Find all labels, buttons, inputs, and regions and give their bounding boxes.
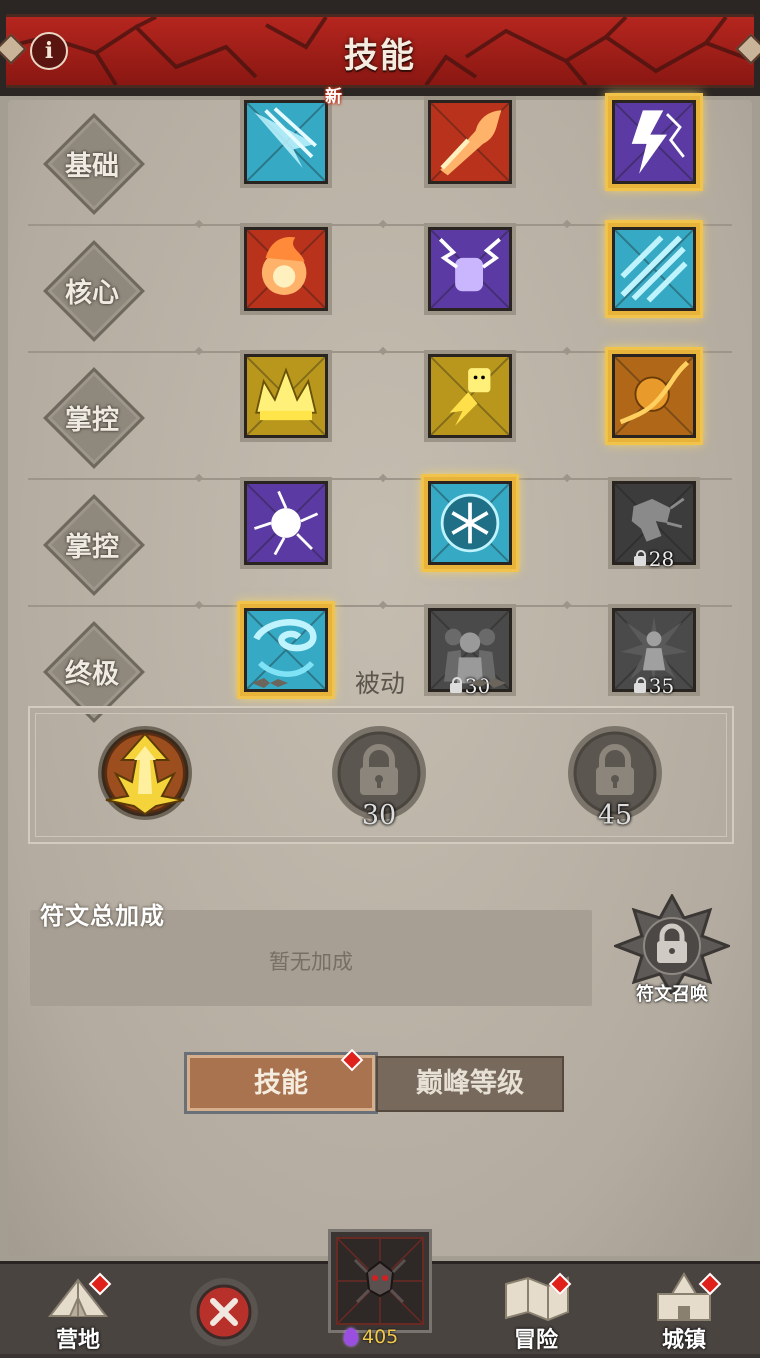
rune-summon-label: 符文召唤: [636, 984, 708, 1005]
passive-slot-1[interactable]: [96, 724, 194, 822]
tab-peak-level[interactable]: 巅峰等级: [376, 1056, 564, 1112]
tier-label: 掌控: [65, 405, 119, 436]
rune-bonus-title: 符文总加成: [40, 902, 165, 930]
tier-badge: 核心: [43, 240, 145, 342]
ice-arrow-icon: [247, 103, 325, 181]
skill-slot[interactable]: [424, 350, 516, 442]
nav-town[interactable]: 城镇: [624, 1264, 744, 1354]
new-badge: 新: [325, 87, 342, 107]
nav-boss-button[interactable]: [328, 1229, 432, 1333]
skill-lock-level: 28: [608, 547, 700, 571]
tab-bar: 技能 巅峰等级: [184, 1048, 568, 1120]
header: i 技能: [0, 0, 760, 96]
skill-slot[interactable]: [240, 223, 332, 315]
close-icon: [190, 1278, 258, 1346]
tier-badge: 基础: [43, 113, 145, 215]
nav-town-label: 城镇: [661, 1328, 706, 1353]
nav-camp[interactable]: 营地: [18, 1264, 138, 1354]
meteor-icon: [615, 357, 693, 435]
skill-icon-frame: [612, 227, 696, 311]
nav-adventure[interactable]: 冒险: [476, 1264, 596, 1354]
skill-slot[interactable]: [240, 477, 332, 569]
skill-slot[interactable]: [608, 96, 700, 188]
skill-row: 掌控 28: [0, 477, 760, 610]
map-icon: [505, 1276, 569, 1322]
skill-slot[interactable]: [424, 223, 516, 315]
skill-icon-frame: [244, 227, 328, 311]
passive-slot-3[interactable]: 45: [566, 724, 664, 831]
skill-slot[interactable]: 新: [240, 87, 342, 188]
skill-icon-frame: [612, 354, 696, 438]
skill-slot[interactable]: 28: [608, 477, 700, 571]
passive-unlock-level: 30: [361, 800, 397, 831]
golden-figure-icon: [431, 357, 509, 435]
passive-unlock-level: 45: [597, 800, 633, 831]
golden-crown-icon: [247, 357, 325, 435]
lock-icon: [633, 550, 646, 566]
tier-label: 核心: [65, 278, 119, 309]
tier-label: 基础: [65, 151, 119, 182]
currency-display: 405: [344, 1326, 398, 1348]
page-title: 技能: [344, 36, 416, 76]
skill-icon-frame: [244, 100, 328, 184]
skill-icon-frame: [428, 227, 512, 311]
purple-gem-icon: [344, 1328, 358, 1346]
lightning-orb-icon: [247, 484, 325, 562]
rune-summon-button[interactable]: 符文召唤: [611, 892, 733, 1010]
skill-slot[interactable]: [424, 477, 516, 569]
tier-badge: 掌控: [43, 367, 145, 469]
currency-amount: 405: [362, 1326, 399, 1348]
skill-icon-frame: [428, 481, 512, 565]
golden-arrow-up-icon: [98, 726, 192, 820]
ice-shards-icon: [615, 230, 693, 308]
skill-icon-frame: [612, 100, 696, 184]
skill-row: 核心: [0, 223, 760, 356]
skill-icon-frame: [428, 100, 512, 184]
passive-title: 被动: [354, 669, 405, 698]
skill-row: 掌控: [0, 350, 760, 483]
skill-slot[interactable]: [240, 350, 332, 442]
skill-icon-frame: [244, 481, 328, 565]
demon-skull-icon: [336, 1237, 424, 1325]
passive-slot-2[interactable]: 30: [330, 724, 428, 831]
castle-icon: [657, 1272, 711, 1321]
skill-unlock-level: 28: [648, 547, 675, 571]
skill-slot[interactable]: [424, 96, 516, 188]
skill-slot[interactable]: [608, 350, 700, 442]
nav-close[interactable]: [164, 1264, 284, 1354]
skill-icon-frame: [244, 354, 328, 438]
skill-row: 基础 新: [0, 87, 760, 229]
rune-lock-star-icon: [611, 892, 733, 997]
nav-adventure-label: 冒险: [513, 1328, 558, 1353]
lightning-fist-icon: [431, 230, 509, 308]
rune-bonus-empty-text: 暂无加成: [269, 950, 353, 974]
tent-icon: [47, 1278, 109, 1317]
nav-camp-label: 营地: [55, 1328, 100, 1353]
tier-label: 掌控: [65, 532, 119, 563]
skill-icon-frame: [428, 354, 512, 438]
tier-badge: 掌控: [43, 494, 145, 596]
skill-slot[interactable]: [608, 223, 700, 315]
fireball-icon: [247, 230, 325, 308]
snowflake-icon: [431, 484, 509, 562]
lightning-icon: [615, 103, 693, 181]
fire-arrow-icon: [431, 103, 509, 181]
